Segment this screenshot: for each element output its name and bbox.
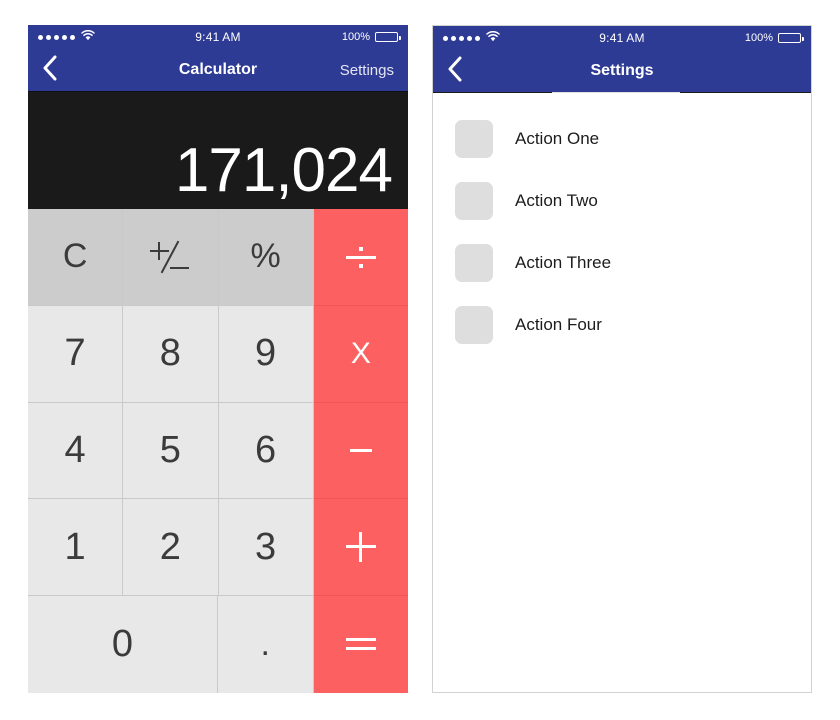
signal-dot <box>70 34 75 40</box>
placeholder-icon <box>455 244 493 282</box>
page-title: Settings <box>590 62 654 79</box>
plus-minus-icon <box>149 237 191 277</box>
key-decimal-point[interactable]: . <box>218 596 314 693</box>
signal-dot <box>443 35 448 41</box>
key-label: 5 <box>159 428 181 471</box>
chevron-left-icon <box>447 56 463 87</box>
navbar-divider <box>28 91 408 92</box>
battery-indicator: 100% <box>744 32 804 44</box>
signal-dot <box>54 34 59 40</box>
signal-dot <box>38 34 43 40</box>
signal-dot <box>46 34 51 40</box>
calculator-navbar: Calculator Settings <box>28 49 408 92</box>
key-divide[interactable] <box>313 209 408 306</box>
minus-icon <box>349 448 372 452</box>
signal-dot <box>467 35 472 41</box>
key-label: . <box>260 625 270 664</box>
key-label: 6 <box>255 428 277 471</box>
list-item[interactable]: Action Three <box>433 232 811 294</box>
key-plus-minus[interactable] <box>123 209 219 306</box>
key-label: 7 <box>64 332 86 375</box>
key-digit-2[interactable]: 2 <box>123 499 219 597</box>
divide-icon <box>344 242 378 272</box>
wifi-icon <box>486 29 500 47</box>
settings-navbar: Settings <box>433 50 811 93</box>
key-label: 4 <box>64 428 86 471</box>
key-digit-7[interactable]: 7 <box>28 305 124 403</box>
key-label: 0 <box>111 623 134 666</box>
screenshot-stage: 9:41 AM 100% Calculator Settings 1 71,024… <box>0 0 840 720</box>
plus-icon <box>345 532 376 563</box>
key-add[interactable] <box>313 499 408 597</box>
multiply-icon: X <box>350 336 371 370</box>
key-percent[interactable]: % <box>218 209 314 306</box>
key-digit-9[interactable]: 9 <box>218 305 314 403</box>
signal-indicator <box>443 29 500 47</box>
key-digit-5[interactable]: 5 <box>123 402 219 500</box>
list-item[interactable]: Action Two <box>433 170 811 232</box>
key-digit-6[interactable]: 6 <box>218 402 314 500</box>
settings-screen: 9:41 AM 100% Settings Action One Action … <box>432 25 812 693</box>
settings-list: Action One Action Two Action Three Actio… <box>433 92 811 692</box>
key-label: 8 <box>159 332 181 375</box>
key-label: 2 <box>159 525 181 568</box>
display-value: 171,024 <box>174 136 393 206</box>
keypad-row: 0 . <box>28 596 408 693</box>
key-label: C <box>62 237 88 276</box>
placeholder-icon <box>455 120 493 158</box>
key-multiply[interactable]: X <box>313 305 408 403</box>
battery-percent-label: 100% <box>744 32 773 44</box>
signal-dot <box>459 35 464 41</box>
placeholder-icon <box>455 182 493 220</box>
key-digit-8[interactable]: 8 <box>123 305 219 403</box>
list-item-label: Action Two <box>515 191 598 210</box>
keypad-row: 7 8 9 X <box>28 305 408 403</box>
list-item-label: Action Three <box>515 253 612 272</box>
key-digit-3[interactable]: 3 <box>218 499 314 597</box>
list-item-label: Action Four <box>515 315 602 334</box>
key-subtract[interactable] <box>313 402 408 500</box>
signal-dot <box>62 34 67 40</box>
settings-link[interactable]: Settings <box>340 62 394 79</box>
status-bar-calculator: 9:41 AM 100% <box>28 25 408 49</box>
signal-dot <box>475 35 480 41</box>
battery-percent-label: 100% <box>341 31 370 43</box>
equals-icon <box>345 637 376 652</box>
battery-full-icon <box>778 33 804 43</box>
signal-indicator <box>38 28 95 46</box>
key-clear[interactable]: C <box>28 209 124 306</box>
status-bar-settings: 9:41 AM 100% <box>433 26 811 50</box>
calculator-display: 171,024 <box>28 91 408 209</box>
battery-indicator: 100% <box>341 31 401 43</box>
key-label: 1 <box>64 525 86 568</box>
key-equals[interactable] <box>313 596 408 693</box>
key-digit-0[interactable]: 0 <box>28 596 218 693</box>
keypad-row: C % <box>28 209 408 306</box>
keypad-row: 4 5 6 <box>28 402 408 500</box>
key-label: 9 <box>255 332 277 375</box>
navbar-divider <box>433 92 811 93</box>
list-item[interactable]: Action One <box>433 108 811 170</box>
chevron-left-icon <box>42 55 58 86</box>
wifi-icon <box>81 28 95 46</box>
key-label: 3 <box>255 525 277 568</box>
back-button[interactable] <box>42 55 70 86</box>
calculator-screen: 9:41 AM 100% Calculator Settings 1 71,024… <box>28 25 408 693</box>
list-item-label: Action One <box>515 129 600 148</box>
key-digit-4[interactable]: 4 <box>28 402 124 500</box>
key-digit-1[interactable]: 1 <box>28 499 124 597</box>
back-button[interactable] <box>447 56 475 87</box>
battery-full-icon <box>375 32 401 42</box>
signal-dot <box>451 35 456 41</box>
key-label: % <box>250 237 281 276</box>
keypad-row: 1 2 3 <box>28 499 408 597</box>
list-item[interactable]: Action Four <box>433 294 811 356</box>
calculator-keypad: C % 7 8 9 X 4 5 6 1 2 3 0 . <box>28 209 408 693</box>
placeholder-icon <box>455 306 493 344</box>
